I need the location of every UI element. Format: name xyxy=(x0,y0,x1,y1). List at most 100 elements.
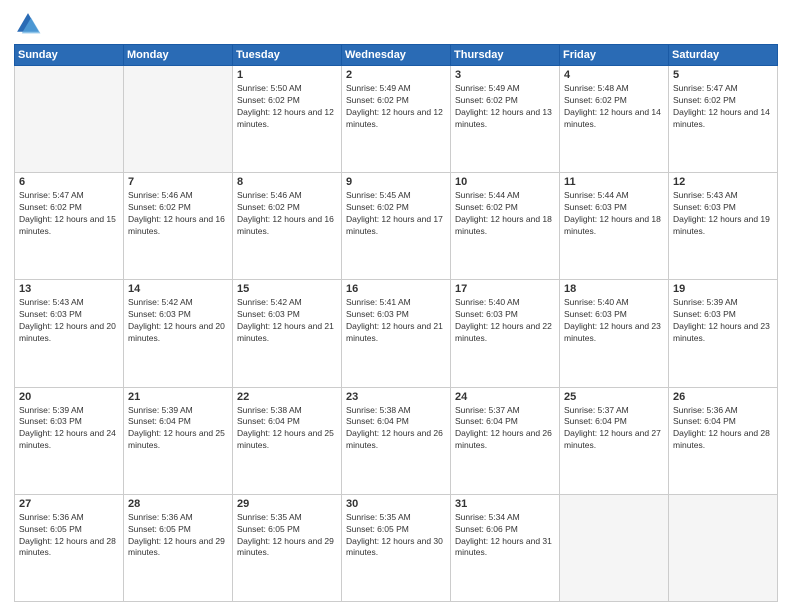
day-info: Sunrise: 5:38 AM Sunset: 6:04 PM Dayligh… xyxy=(237,405,337,453)
calendar-cell: 24 Sunrise: 5:37 AM Sunset: 6:04 PM Dayli… xyxy=(451,387,560,494)
day-info: Sunrise: 5:35 AM Sunset: 6:05 PM Dayligh… xyxy=(237,512,337,560)
day-number: 7 xyxy=(128,176,228,188)
calendar-cell xyxy=(669,494,778,601)
day-info: Sunrise: 5:35 AM Sunset: 6:05 PM Dayligh… xyxy=(346,512,446,560)
day-number: 19 xyxy=(673,283,773,295)
page: SundayMondayTuesdayWednesdayThursdayFrid… xyxy=(0,0,792,612)
calendar-cell: 26 Sunrise: 5:36 AM Sunset: 6:04 PM Dayli… xyxy=(669,387,778,494)
calendar-cell: 17 Sunrise: 5:40 AM Sunset: 6:03 PM Dayli… xyxy=(451,280,560,387)
calendar-cell: 8 Sunrise: 5:46 AM Sunset: 6:02 PM Daylig… xyxy=(233,173,342,280)
calendar-cell: 18Sunrise: 5:40 AM Sunset: 6:03 PM Dayli… xyxy=(560,280,669,387)
day-number: 14 xyxy=(128,283,228,295)
day-info: Sunrise: 5:47 AM Sunset: 6:02 PM Dayligh… xyxy=(19,190,119,238)
day-info: Sunrise: 5:39 AM Sunset: 6:03 PM Dayligh… xyxy=(19,405,119,453)
day-info: Sunrise: 5:44 AM Sunset: 6:03 PM Dayligh… xyxy=(564,190,664,238)
day-info: Sunrise: 5:39 AM Sunset: 6:04 PM Dayligh… xyxy=(128,405,228,453)
day-number: 5 xyxy=(673,69,773,81)
calendar-cell: 14 Sunrise: 5:42 AM Sunset: 6:03 PM Dayli… xyxy=(124,280,233,387)
day-number: 10 xyxy=(455,176,555,188)
day-info: Sunrise: 5:44 AM Sunset: 6:02 PM Dayligh… xyxy=(455,190,555,238)
day-number: 24 xyxy=(455,391,555,403)
day-info: Sunrise: 5:38 AM Sunset: 6:04 PM Dayligh… xyxy=(346,405,446,453)
calendar-week-row: 1 Sunrise: 5:50 AM Sunset: 6:02 PM Daylig… xyxy=(15,66,778,173)
calendar-cell: 30Sunrise: 5:35 AM Sunset: 6:05 PM Dayli… xyxy=(342,494,451,601)
day-info: Sunrise: 5:36 AM Sunset: 6:05 PM Dayligh… xyxy=(128,512,228,560)
weekday-header: Sunday xyxy=(15,45,124,66)
day-number: 9 xyxy=(346,176,446,188)
calendar-body: 1 Sunrise: 5:50 AM Sunset: 6:02 PM Daylig… xyxy=(15,66,778,602)
day-number: 17 xyxy=(455,283,555,295)
day-number: 11 xyxy=(564,176,664,188)
day-info: Sunrise: 5:37 AM Sunset: 6:04 PM Dayligh… xyxy=(564,405,664,453)
day-info: Sunrise: 5:45 AM Sunset: 6:02 PM Dayligh… xyxy=(346,190,446,238)
calendar-week-row: 20Sunrise: 5:39 AM Sunset: 6:03 PM Dayli… xyxy=(15,387,778,494)
logo-icon xyxy=(14,10,42,38)
day-info: Sunrise: 5:39 AM Sunset: 6:03 PM Dayligh… xyxy=(673,297,773,345)
day-number: 26 xyxy=(673,391,773,403)
calendar-week-row: 27 Sunrise: 5:36 AM Sunset: 6:05 PM Dayli… xyxy=(15,494,778,601)
day-info: Sunrise: 5:49 AM Sunset: 6:02 PM Dayligh… xyxy=(346,83,446,131)
day-number: 21 xyxy=(128,391,228,403)
day-number: 16 xyxy=(346,283,446,295)
calendar-cell: 31 Sunrise: 5:34 AM Sunset: 6:06 PM Dayli… xyxy=(451,494,560,601)
calendar-cell: 5 Sunrise: 5:47 AM Sunset: 6:02 PM Daylig… xyxy=(669,66,778,173)
day-number: 31 xyxy=(455,498,555,510)
calendar-cell: 11 Sunrise: 5:44 AM Sunset: 6:03 PM Dayli… xyxy=(560,173,669,280)
day-info: Sunrise: 5:46 AM Sunset: 6:02 PM Dayligh… xyxy=(237,190,337,238)
calendar-cell xyxy=(124,66,233,173)
calendar-cell xyxy=(15,66,124,173)
weekday-row: SundayMondayTuesdayWednesdayThursdayFrid… xyxy=(15,45,778,66)
day-number: 27 xyxy=(19,498,119,510)
day-number: 23 xyxy=(346,391,446,403)
day-info: Sunrise: 5:47 AM Sunset: 6:02 PM Dayligh… xyxy=(673,83,773,131)
day-info: Sunrise: 5:36 AM Sunset: 6:04 PM Dayligh… xyxy=(673,405,773,453)
calendar-cell: 23 Sunrise: 5:38 AM Sunset: 6:04 PM Dayli… xyxy=(342,387,451,494)
day-number: 28 xyxy=(128,498,228,510)
day-number: 3 xyxy=(455,69,555,81)
calendar-cell: 28 Sunrise: 5:36 AM Sunset: 6:05 PM Dayli… xyxy=(124,494,233,601)
calendar-week-row: 13 Sunrise: 5:43 AM Sunset: 6:03 PM Dayli… xyxy=(15,280,778,387)
day-number: 2 xyxy=(346,69,446,81)
calendar: SundayMondayTuesdayWednesdayThursdayFrid… xyxy=(14,44,778,602)
day-number: 13 xyxy=(19,283,119,295)
day-number: 29 xyxy=(237,498,337,510)
day-info: Sunrise: 5:40 AM Sunset: 6:03 PM Dayligh… xyxy=(455,297,555,345)
calendar-cell: 2 Sunrise: 5:49 AM Sunset: 6:02 PM Daylig… xyxy=(342,66,451,173)
calendar-cell: 25Sunrise: 5:37 AM Sunset: 6:04 PM Dayli… xyxy=(560,387,669,494)
weekday-header: Thursday xyxy=(451,45,560,66)
calendar-header: SundayMondayTuesdayWednesdayThursdayFrid… xyxy=(15,45,778,66)
day-info: Sunrise: 5:43 AM Sunset: 6:03 PM Dayligh… xyxy=(673,190,773,238)
day-info: Sunrise: 5:37 AM Sunset: 6:04 PM Dayligh… xyxy=(455,405,555,453)
calendar-cell: 4 Sunrise: 5:48 AM Sunset: 6:02 PM Daylig… xyxy=(560,66,669,173)
calendar-cell: 16 Sunrise: 5:41 AM Sunset: 6:03 PM Dayli… xyxy=(342,280,451,387)
calendar-cell: 13 Sunrise: 5:43 AM Sunset: 6:03 PM Dayli… xyxy=(15,280,124,387)
day-info: Sunrise: 5:48 AM Sunset: 6:02 PM Dayligh… xyxy=(564,83,664,131)
day-info: Sunrise: 5:43 AM Sunset: 6:03 PM Dayligh… xyxy=(19,297,119,345)
calendar-cell: 20Sunrise: 5:39 AM Sunset: 6:03 PM Dayli… xyxy=(15,387,124,494)
day-number: 15 xyxy=(237,283,337,295)
calendar-cell: 6Sunrise: 5:47 AM Sunset: 6:02 PM Daylig… xyxy=(15,173,124,280)
calendar-cell: 22 Sunrise: 5:38 AM Sunset: 6:04 PM Dayli… xyxy=(233,387,342,494)
calendar-cell: 7 Sunrise: 5:46 AM Sunset: 6:02 PM Daylig… xyxy=(124,173,233,280)
calendar-cell: 29 Sunrise: 5:35 AM Sunset: 6:05 PM Dayli… xyxy=(233,494,342,601)
day-number: 22 xyxy=(237,391,337,403)
day-info: Sunrise: 5:41 AM Sunset: 6:03 PM Dayligh… xyxy=(346,297,446,345)
logo xyxy=(14,10,46,38)
weekday-header: Friday xyxy=(560,45,669,66)
day-info: Sunrise: 5:42 AM Sunset: 6:03 PM Dayligh… xyxy=(128,297,228,345)
day-info: Sunrise: 5:40 AM Sunset: 6:03 PM Dayligh… xyxy=(564,297,664,345)
calendar-cell: 1 Sunrise: 5:50 AM Sunset: 6:02 PM Daylig… xyxy=(233,66,342,173)
day-number: 1 xyxy=(237,69,337,81)
day-info: Sunrise: 5:50 AM Sunset: 6:02 PM Dayligh… xyxy=(237,83,337,131)
day-number: 12 xyxy=(673,176,773,188)
calendar-cell: 12 Sunrise: 5:43 AM Sunset: 6:03 PM Dayli… xyxy=(669,173,778,280)
header xyxy=(14,10,778,38)
day-number: 4 xyxy=(564,69,664,81)
calendar-cell: 3Sunrise: 5:49 AM Sunset: 6:02 PM Daylig… xyxy=(451,66,560,173)
calendar-week-row: 6Sunrise: 5:47 AM Sunset: 6:02 PM Daylig… xyxy=(15,173,778,280)
calendar-cell: 15Sunrise: 5:42 AM Sunset: 6:03 PM Dayli… xyxy=(233,280,342,387)
day-info: Sunrise: 5:34 AM Sunset: 6:06 PM Dayligh… xyxy=(455,512,555,560)
day-number: 8 xyxy=(237,176,337,188)
day-info: Sunrise: 5:46 AM Sunset: 6:02 PM Dayligh… xyxy=(128,190,228,238)
calendar-cell: 27Sunrise: 5:36 AM Sunset: 6:05 PM Dayli… xyxy=(15,494,124,601)
